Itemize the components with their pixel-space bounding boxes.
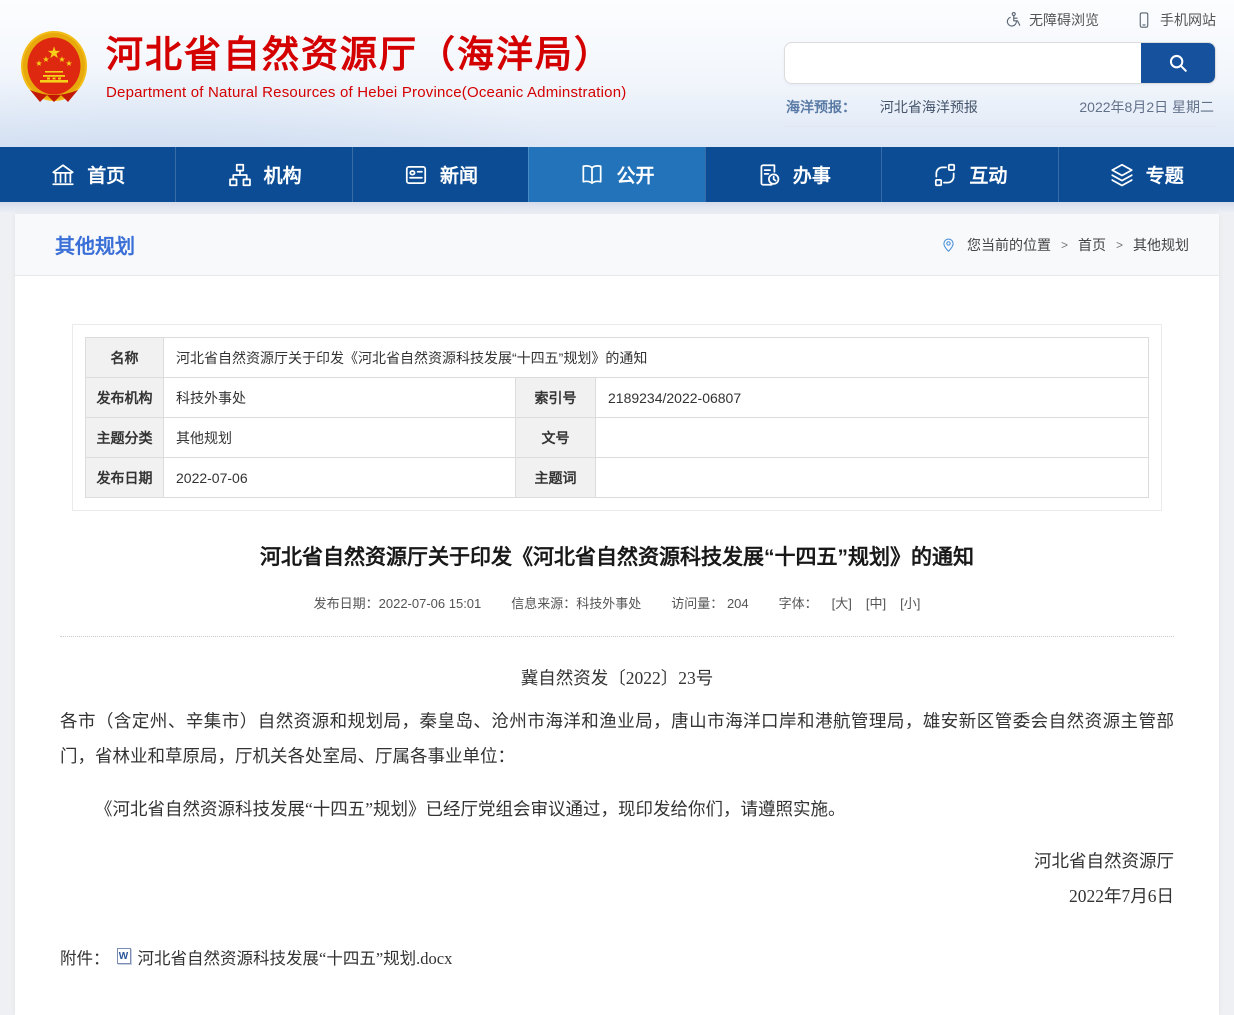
site-subtitle: Department of Natural Resources of Hebei… xyxy=(106,84,626,101)
attachment-row: 附件： W 河北省自然资源科技发展“十四五”规划.docx xyxy=(60,942,1174,975)
font-size-medium-button[interactable]: [中] xyxy=(866,593,886,612)
breadcrumb-separator: > xyxy=(1061,238,1068,252)
nav-item-home[interactable]: 首页 xyxy=(0,147,175,202)
meta-publish-date: 发布日期：2022-07-06 15:01 xyxy=(314,593,482,612)
nav-item-topics[interactable]: 专题 xyxy=(1058,147,1234,202)
meta-visits-label: 访问量： xyxy=(671,596,723,611)
search-input[interactable] xyxy=(785,43,1141,83)
document-info-table: 名称 河北省自然资源厅关于印发《河北省自然资源科技发展“十四五”规划》的通知 发… xyxy=(85,337,1149,498)
info-value-index: 2189234/2022-06807 xyxy=(596,378,1149,418)
info-value-name: 河北省自然资源厅关于印发《河北省自然资源科技发展“十四五”规划》的通知 xyxy=(164,338,1149,378)
national-emblem-icon: ★ ★ ★ ★ ★ xyxy=(18,28,90,110)
header-date: 2022年8月2日 星期二 xyxy=(1079,97,1214,117)
info-label-publisher: 发布机构 xyxy=(86,378,164,418)
article-signature: 河北省自然资源厅 xyxy=(60,844,1174,879)
info-value-category: 其他规划 xyxy=(164,418,516,458)
breadcrumb-link-home[interactable]: 首页 xyxy=(1078,235,1106,255)
document-number: 冀自然资发〔2022〕23号 xyxy=(60,661,1174,696)
word-doc-icon: W xyxy=(117,948,131,964)
nav-item-services[interactable]: 办事 xyxy=(705,147,881,202)
nav-item-interact[interactable]: 互动 xyxy=(881,147,1057,202)
search-bar xyxy=(784,42,1216,84)
breadcrumb-link-current[interactable]: 其他规划 xyxy=(1133,235,1189,255)
meta-font-label: 字体： xyxy=(779,593,818,612)
font-size-small-button[interactable]: [小] xyxy=(900,593,920,612)
table-row: 发布机构 科技外事处 索引号 2189234/2022-06807 xyxy=(86,378,1149,418)
info-label-category: 主题分类 xyxy=(86,418,164,458)
page-title: 其他规划 xyxy=(55,230,135,259)
search-icon xyxy=(1167,52,1189,74)
info-label-pubdate: 发布日期 xyxy=(86,458,164,498)
info-value-keywords xyxy=(596,458,1149,498)
accessibility-link[interactable]: 无障碍浏览 xyxy=(1004,10,1099,30)
info-label-index: 索引号 xyxy=(516,378,596,418)
forecast-link[interactable]: 河北省海洋预报 xyxy=(880,99,978,115)
info-label-name: 名称 xyxy=(86,338,164,378)
font-size-large-button[interactable]: [大] xyxy=(832,593,852,612)
search-button[interactable] xyxy=(1141,43,1215,83)
org-chart-icon xyxy=(227,162,253,188)
services-icon xyxy=(756,162,782,188)
table-row: 发布日期 2022-07-06 主题词 xyxy=(86,458,1149,498)
news-icon xyxy=(403,162,429,188)
location-pin-icon xyxy=(940,236,957,253)
forecast-label: 海洋预报： xyxy=(786,99,856,115)
article-meta: 发布日期：2022-07-06 15:01 信息来源：科技外事处 访问量： 20… xyxy=(60,593,1174,612)
info-label-docnum: 文号 xyxy=(516,418,596,458)
table-row: 名称 河北省自然资源厅关于印发《河北省自然资源科技发展“十四五”规划》的通知 xyxy=(86,338,1149,378)
content-card: 其他规划 您当前的位置 > 首页 > 其他规划 名称 河北省自然资源厅关于印发《… xyxy=(15,214,1219,1015)
meta-source: 信息来源：科技外事处 xyxy=(511,593,641,612)
meta-divider xyxy=(60,636,1174,637)
layers-icon xyxy=(1109,162,1135,188)
article-signature-date: 2022年7月6日 xyxy=(60,879,1174,914)
mobile-site-link[interactable]: 手机网站 xyxy=(1135,10,1216,30)
attachment-link[interactable]: 河北省自然资源科技发展“十四五”规划.docx xyxy=(138,942,453,975)
open-book-icon xyxy=(579,162,605,188)
nav-item-org[interactable]: 机构 xyxy=(175,147,351,202)
article-body: 冀自然资发〔2022〕23号 各市（含定州、辛集市）自然资源和规划局，秦皇岛、沧… xyxy=(60,661,1174,975)
wheelchair-icon xyxy=(1004,11,1022,29)
interact-icon xyxy=(932,162,958,188)
main-nav: 首页 机构 新闻 公开 办事 互动 专题 xyxy=(0,147,1234,202)
article-paragraph: 各市（含定州、辛集市）自然资源和规划局，秦皇岛、沧州市海洋和渔业局，唐山市海洋口… xyxy=(60,704,1174,774)
article-paragraph: 《河北省自然资源科技发展“十四五”规划》已经厅党组会审议通过，现印发给你们，请遵… xyxy=(60,792,1174,827)
article-title: 河北省自然资源厅关于印发《河北省自然资源科技发展“十四五”规划》的通知 xyxy=(70,541,1164,571)
document-info-box: 名称 河北省自然资源厅关于印发《河北省自然资源科技发展“十四五”规划》的通知 发… xyxy=(72,324,1162,511)
home-icon xyxy=(50,162,76,188)
info-label-keywords: 主题词 xyxy=(516,458,596,498)
meta-visits-count: 204 xyxy=(727,596,749,611)
attachment-label: 附件： xyxy=(60,942,110,975)
table-row: 主题分类 其他规划 文号 xyxy=(86,418,1149,458)
breadcrumb-location-label: 您当前的位置 xyxy=(967,235,1051,255)
site-title: 河北省自然资源厅（海洋局） xyxy=(106,34,626,77)
site-header: ★ ★ ★ ★ ★ 河北省自然资源厅（海洋局） Department o xyxy=(0,0,1234,147)
svg-text:★: ★ xyxy=(65,59,72,68)
breadcrumb: 您当前的位置 > 首页 > 其他规划 xyxy=(940,235,1189,255)
svg-text:★: ★ xyxy=(42,55,49,64)
info-value-docnum xyxy=(596,418,1149,458)
nav-item-news[interactable]: 新闻 xyxy=(352,147,528,202)
info-value-publisher: 科技外事处 xyxy=(164,378,516,418)
site-logo-link[interactable]: ★ ★ ★ ★ ★ 河北省自然资源厅（海洋局） Department o xyxy=(18,0,626,127)
breadcrumb-separator: > xyxy=(1116,238,1123,252)
phone-icon xyxy=(1135,11,1153,29)
nav-item-public[interactable]: 公开 xyxy=(528,147,704,202)
header-divider-band xyxy=(0,202,1234,214)
info-value-pubdate: 2022-07-06 xyxy=(164,458,516,498)
